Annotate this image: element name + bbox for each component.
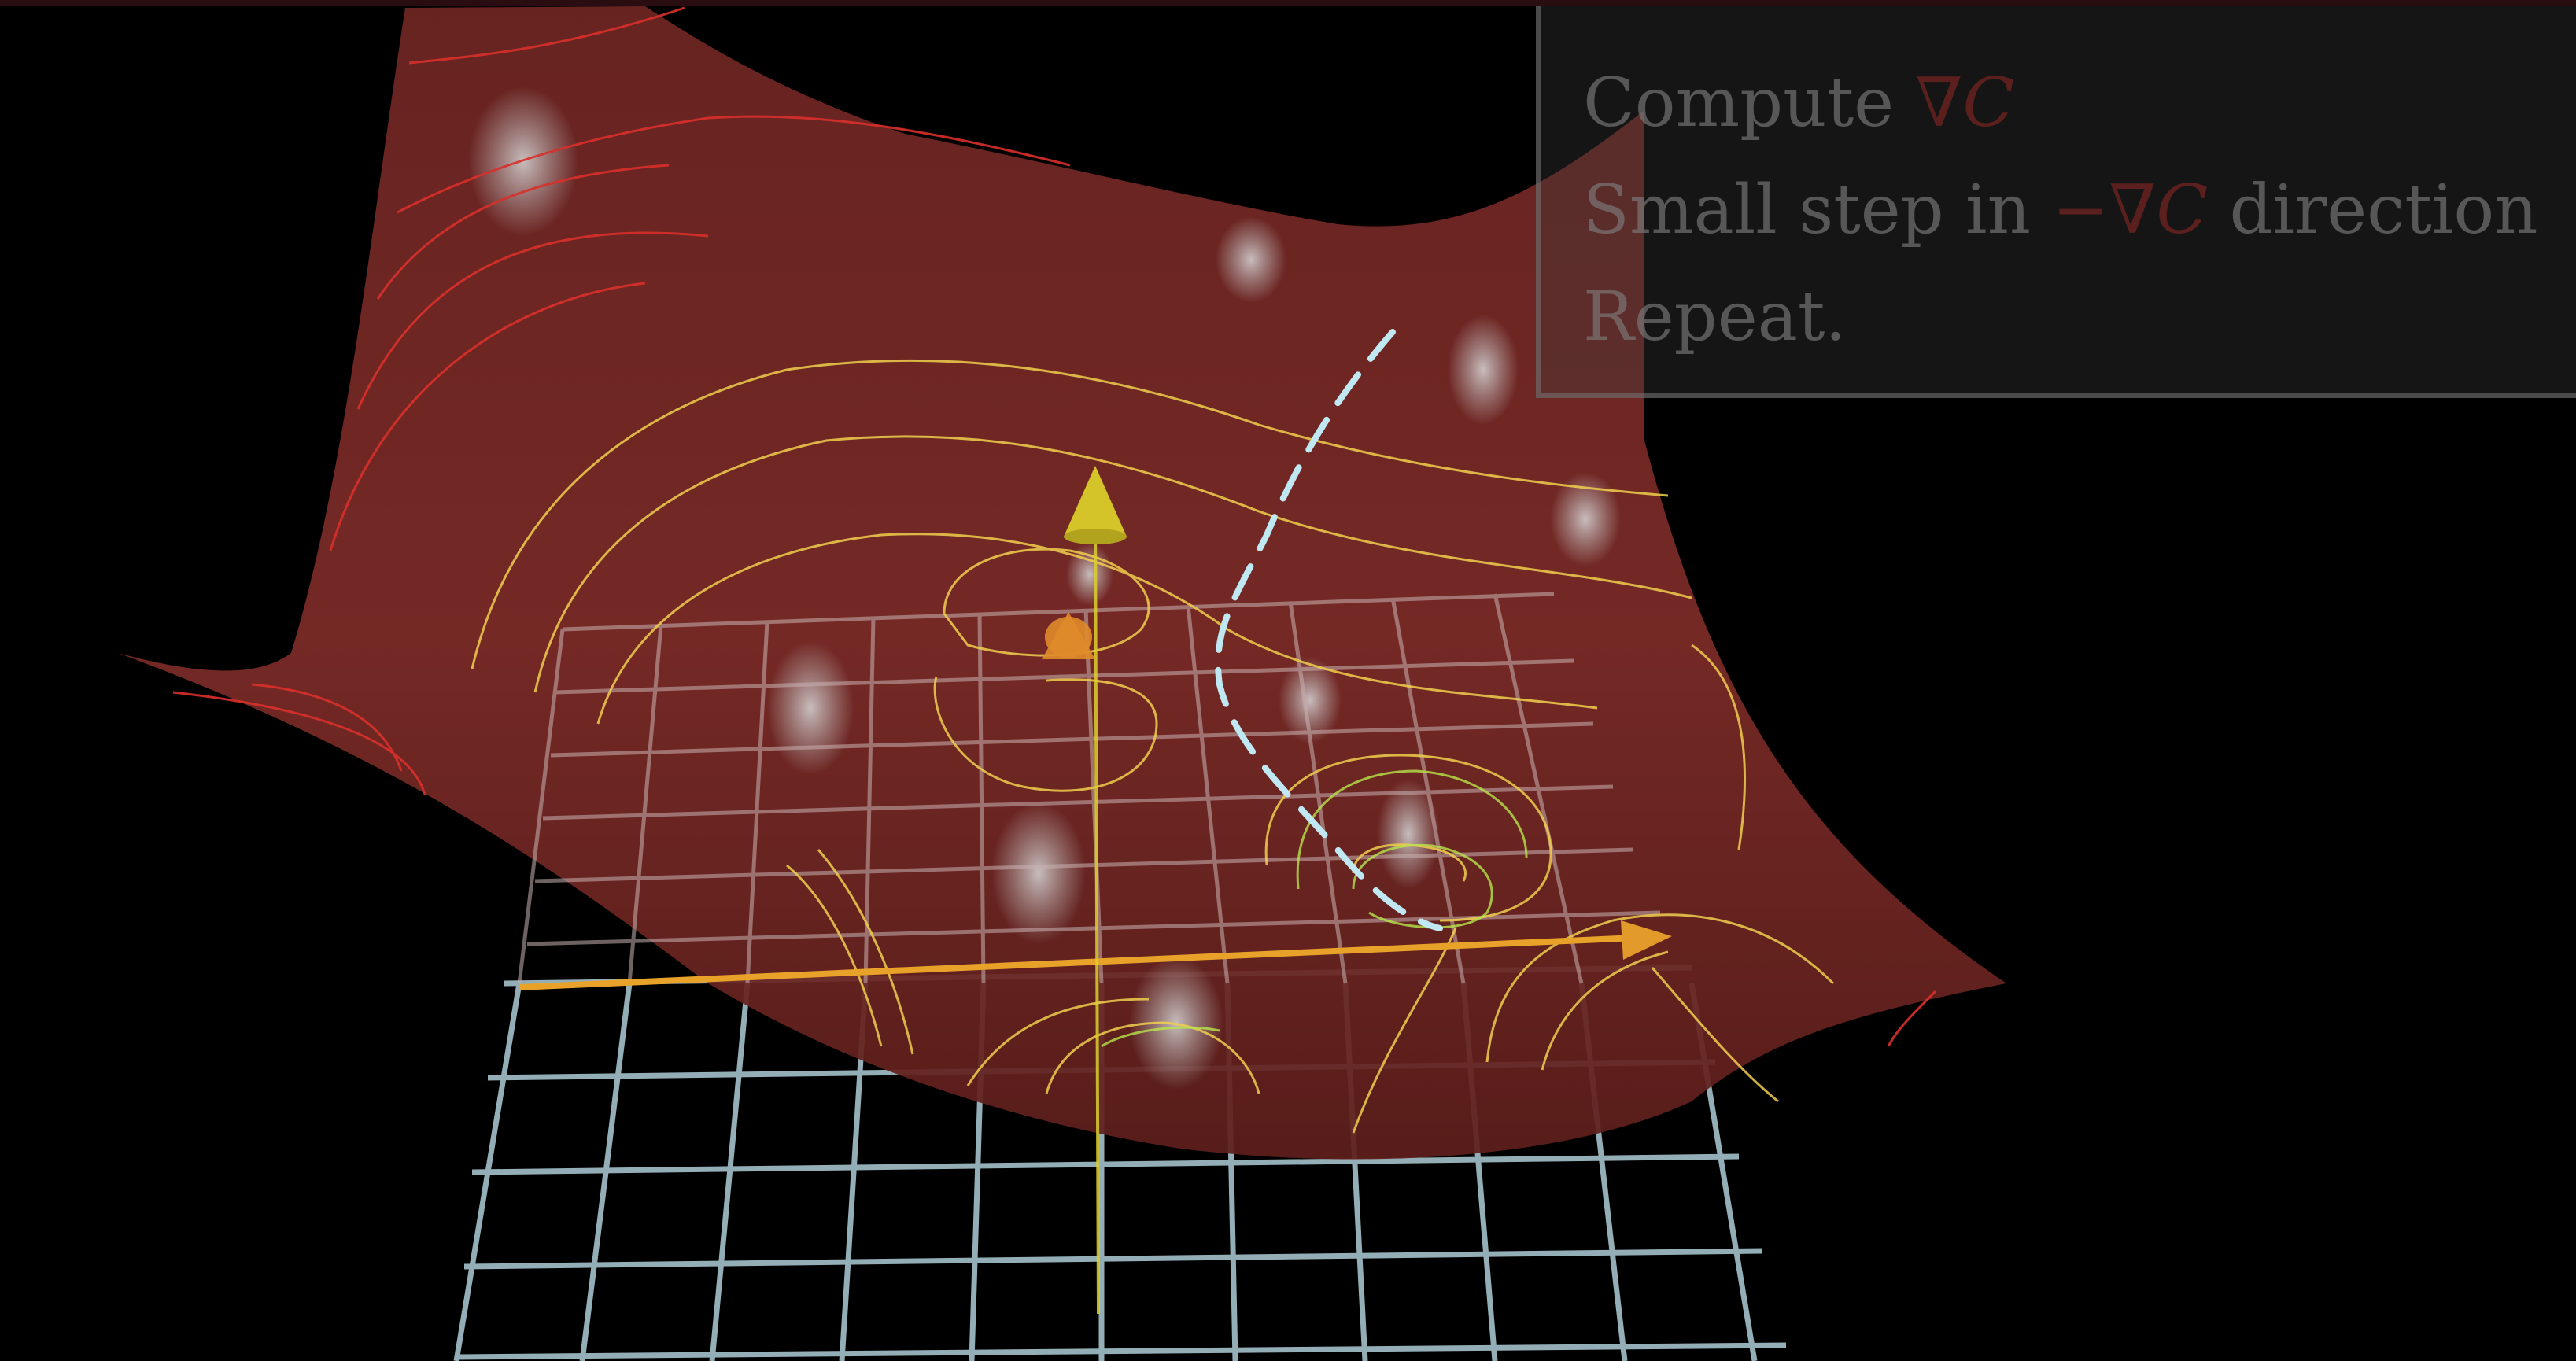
step-math: ∇C	[1915, 64, 2015, 142]
step-text: Small step in	[1583, 171, 2053, 249]
algorithm-steps-panel: Compute ∇C Small step in −∇C direction R…	[1536, 6, 2576, 398]
top-edge-bar	[0, 0, 2576, 6]
step-text-suffix: direction	[2208, 171, 2538, 249]
step-compute-gradient: Compute ∇C	[1583, 69, 2014, 137]
step-small-step: Small step in −∇C direction	[1583, 176, 2538, 244]
step-text: Repeat.	[1583, 278, 1847, 356]
step-repeat: Repeat.	[1583, 283, 1847, 351]
step-math: −∇C	[2052, 171, 2209, 249]
step-text: Compute	[1583, 64, 1916, 142]
